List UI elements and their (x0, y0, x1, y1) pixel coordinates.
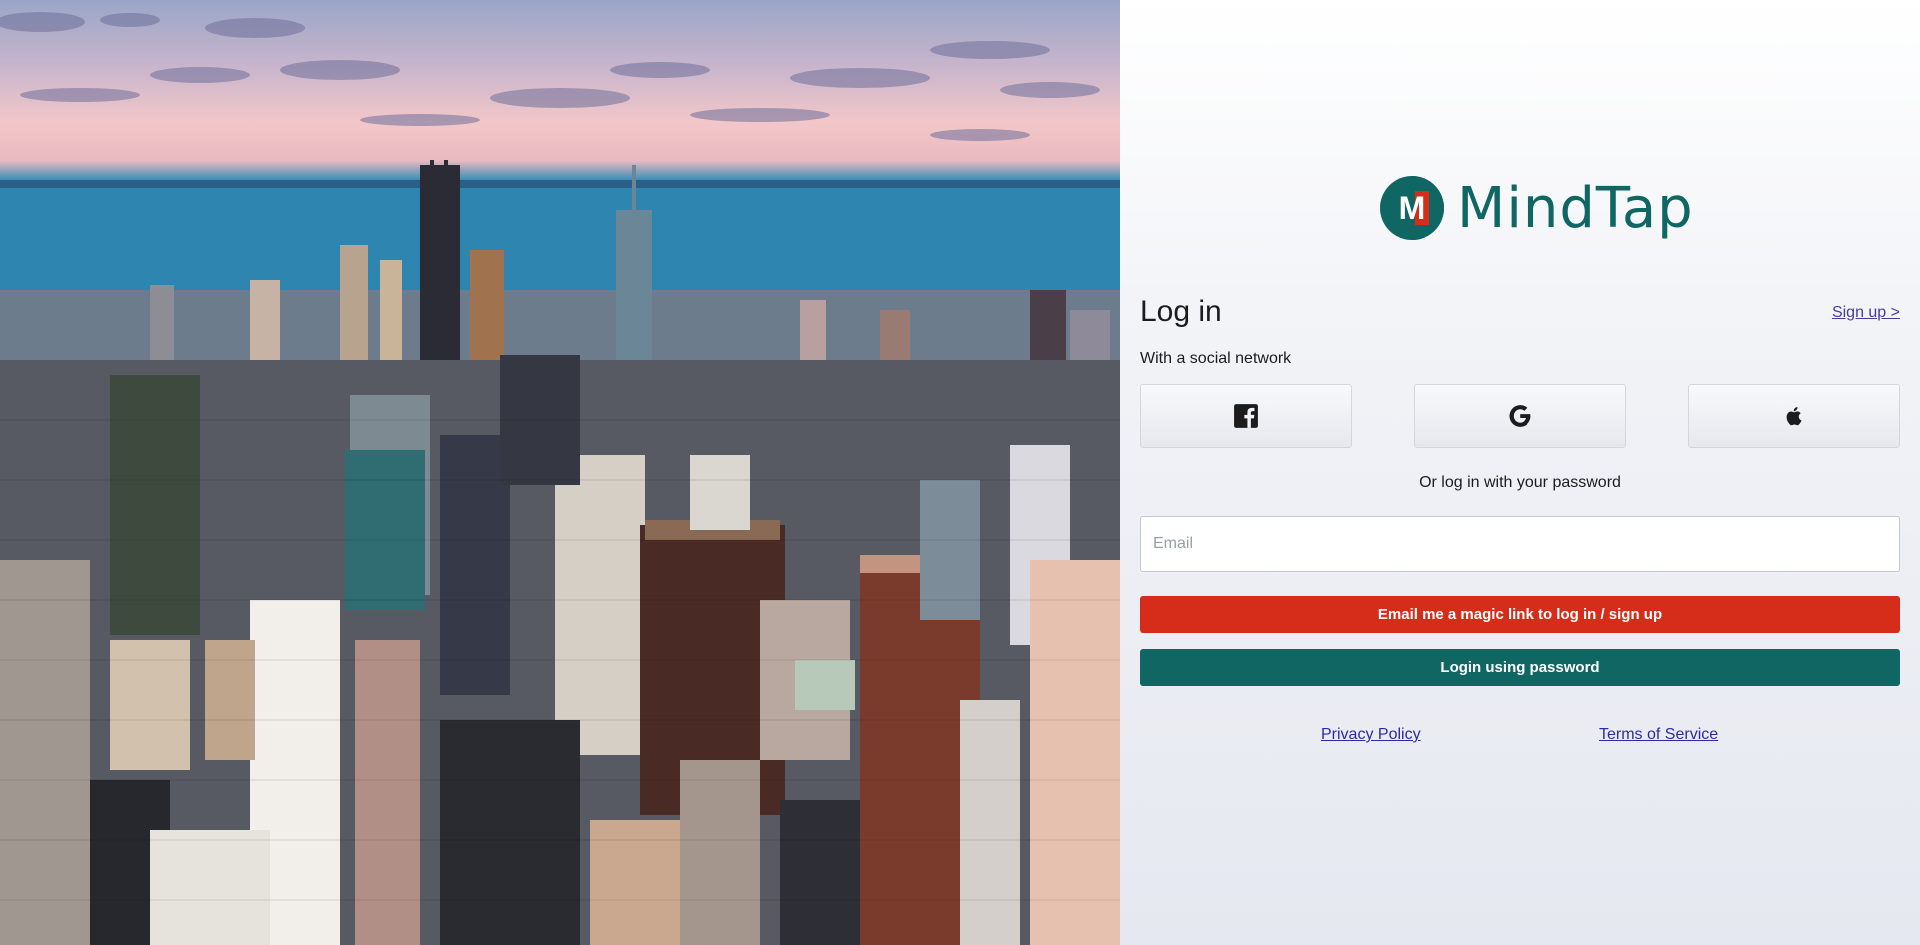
social-network-label: With a social network (1140, 350, 1292, 367)
logo-letter: M (1399, 190, 1426, 226)
social-login-row (1140, 384, 1900, 448)
facebook-login-button[interactable] (1140, 384, 1352, 448)
city-skyline-photo (0, 0, 1120, 945)
facebook-icon (1234, 404, 1258, 428)
google-login-button[interactable] (1414, 384, 1626, 448)
apple-icon (1786, 407, 1802, 426)
page-title: Log in (1140, 295, 1222, 328)
magic-link-button[interactable]: Email me a magic link to log in / sign u… (1140, 596, 1900, 633)
mid-buildings (0, 355, 1120, 945)
clouds (0, 12, 1100, 141)
apple-login-button[interactable] (1688, 384, 1900, 448)
signup-link[interactable]: Sign up > (1832, 304, 1900, 322)
mindtap-logo-icon: M (1380, 176, 1444, 240)
password-login-label: Or log in with your password (1419, 474, 1621, 491)
skyline-illustration (0, 12, 1120, 945)
brand-logo: M MindTap (1379, 175, 1694, 241)
login-panel: M MindTap Log in Sign up > With a social… (1120, 0, 1920, 945)
email-field[interactable] (1140, 516, 1900, 572)
login-password-button[interactable]: Login using password (1140, 649, 1900, 686)
google-icon (1509, 405, 1531, 427)
brand-name: MindTap (1457, 175, 1694, 241)
privacy-policy-link[interactable]: Privacy Policy (1321, 726, 1421, 744)
terms-of-service-link[interactable]: Terms of Service (1599, 726, 1718, 744)
